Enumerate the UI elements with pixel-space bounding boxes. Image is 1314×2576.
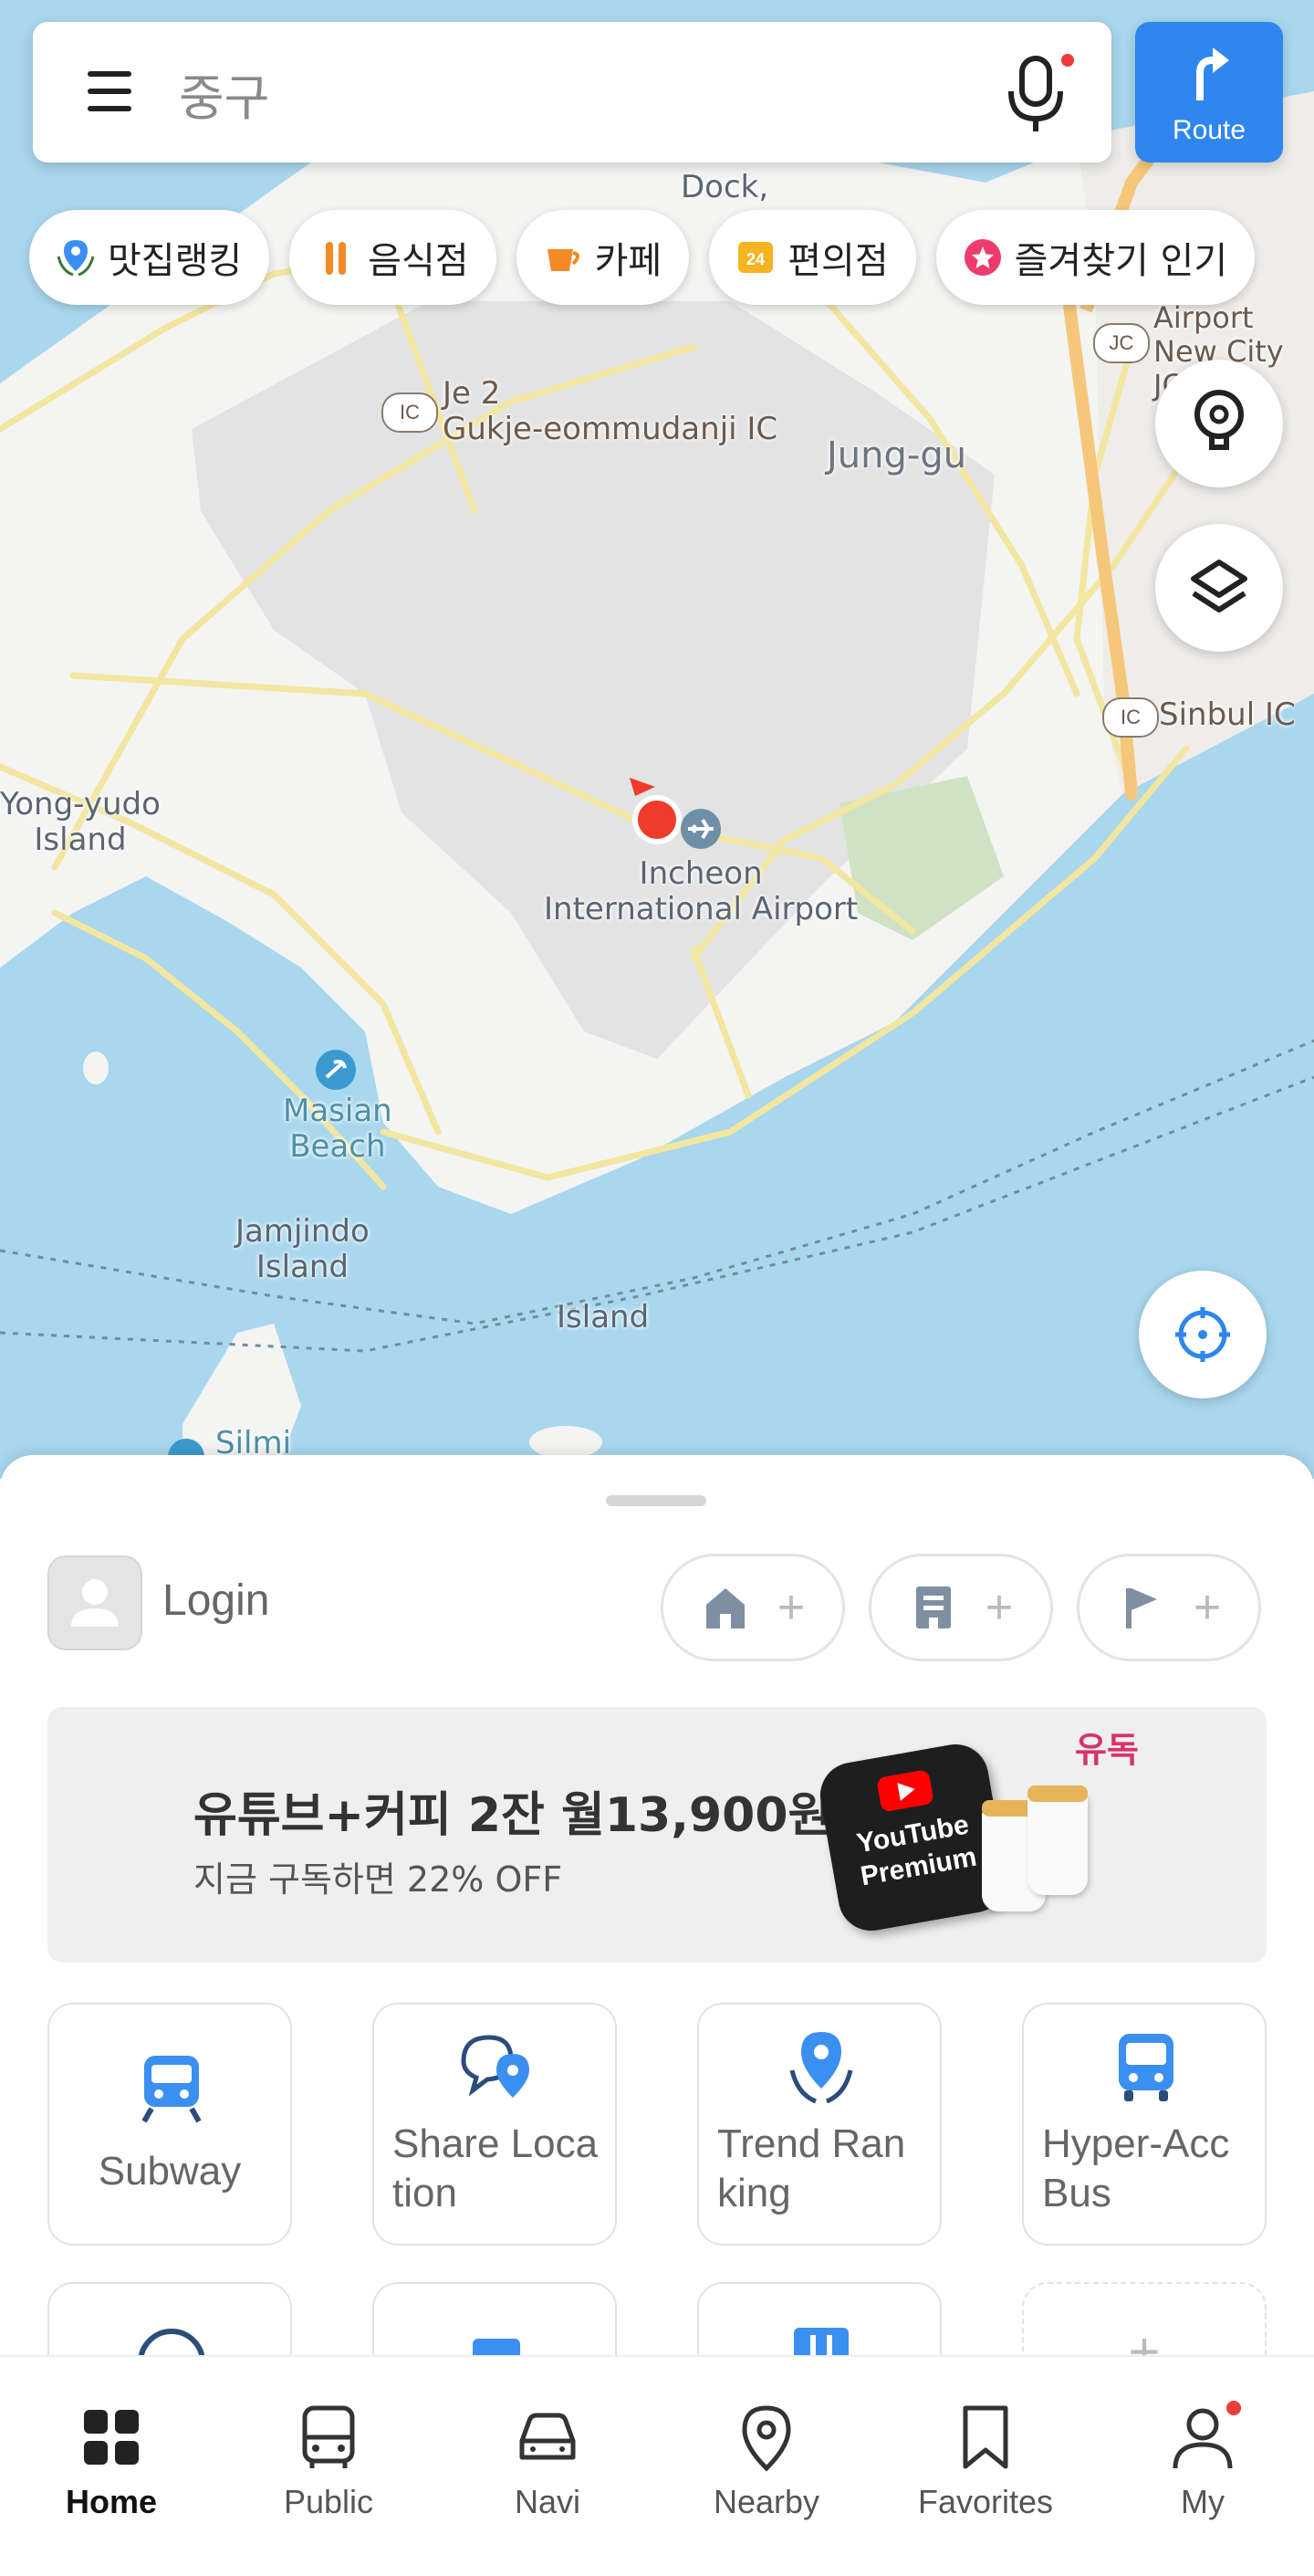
chip-favorites-popular[interactable]: 즐겨찾기 인기 xyxy=(935,210,1256,305)
chip-cafe[interactable]: 카페 xyxy=(516,210,690,305)
my-location-button[interactable] xyxy=(1139,1271,1267,1398)
ic-badge: IC xyxy=(381,393,438,433)
nav-label: Nearby xyxy=(713,2483,820,2520)
tile-share-location[interactable]: Share Loca tion xyxy=(372,2003,617,2246)
flag-shortcut-button[interactable]: + xyxy=(1077,1554,1261,1661)
avatar[interactable] xyxy=(47,1555,142,1650)
bottom-navigation: Home Public Navi Nearby Favorites My xyxy=(0,2355,1314,2576)
map-label-sinbul: Sinbul IC xyxy=(1159,696,1296,733)
store-24-icon: 24 xyxy=(735,236,777,278)
home-shortcut-button[interactable]: + xyxy=(661,1554,845,1661)
chip-label: 카페 xyxy=(594,240,662,282)
map-view[interactable]: Je 2 Gukje-eommudanji IC Jung-gu Dock, r… xyxy=(0,0,1314,1479)
map-label-dock: Dock, xyxy=(681,169,769,205)
nav-favorites[interactable]: Favorites xyxy=(876,2357,1095,2576)
layers-icon xyxy=(1191,560,1247,613)
map-label-island: Island xyxy=(557,1299,650,1335)
nav-nearby[interactable]: Nearby xyxy=(657,2357,876,2576)
tile-trend-ranking[interactable]: Trend Ran king xyxy=(697,2003,942,2246)
ic-badge: IC xyxy=(1102,697,1159,738)
cctv-button[interactable] xyxy=(1155,360,1283,487)
person-icon xyxy=(1173,2408,1233,2469)
bus-icon xyxy=(1119,2034,1173,2101)
chip-label: 음식점 xyxy=(368,240,469,282)
fork-knife-icon xyxy=(315,236,357,278)
nav-my[interactable]: My xyxy=(1093,2357,1312,2576)
login-link[interactable]: Login xyxy=(162,1576,269,1626)
route-button[interactable]: Route xyxy=(1135,22,1283,162)
promo-banner[interactable]: 유튜브+커피 2잔 월13,900원 지금 구독하면 22% OFF YouTu… xyxy=(47,1707,1267,1963)
chip-label: 즐겨찾기 인기 xyxy=(1014,240,1228,282)
notification-dot xyxy=(1226,2401,1241,2415)
chip-restaurant-ranking[interactable]: 맛집랭킹 xyxy=(29,210,270,305)
home-icon xyxy=(705,1588,745,1628)
youtube-premium-text: YouTube Premium xyxy=(854,1809,979,1892)
nav-label: My xyxy=(1181,2483,1225,2520)
location-pin-icon xyxy=(742,2405,791,2472)
sheet-handle[interactable] xyxy=(606,1495,706,1506)
search-bar xyxy=(33,22,1111,162)
chip-label: 편의점 xyxy=(787,240,889,282)
car-icon xyxy=(519,2413,576,2460)
svg-text:24: 24 xyxy=(746,250,765,268)
map-label-incheon-airport: Incheon International Airport xyxy=(544,855,859,928)
map-label-jamjindo: Jamjindo Island xyxy=(235,1213,370,1286)
bottom-sheet: Login + + + 유튜브+커피 2잔 월13,900원 지금 구독하면 2… xyxy=(0,1455,1314,2525)
person-icon xyxy=(71,1579,119,1627)
crosshair-icon xyxy=(1175,1307,1230,1362)
trend-ranking-icon xyxy=(789,2032,853,2104)
nav-label: Navi xyxy=(514,2483,581,2520)
chip-label: 맛집랭킹 xyxy=(108,240,243,282)
pin-laurel-icon xyxy=(55,236,97,278)
work-shortcut-button[interactable]: + xyxy=(869,1554,1053,1661)
coffee-cup-icon xyxy=(542,236,584,278)
search-input[interactable] xyxy=(177,58,1002,128)
nav-navi[interactable]: Navi xyxy=(438,2357,657,2576)
nav-home[interactable]: Home xyxy=(2,2357,221,2576)
grid-icon xyxy=(84,2410,139,2465)
bookmark-icon xyxy=(963,2405,1008,2469)
plus-icon: + xyxy=(777,1581,806,1634)
tile-label: Share Loca tion xyxy=(392,2121,599,2215)
menu-icon[interactable] xyxy=(77,58,142,124)
banner-title: 유튜브+커피 2잔 월13,900원 xyxy=(193,1788,832,1843)
tile-label: Trend Ran king xyxy=(717,2121,906,2215)
tile-hyper-acc-bus[interactable]: Hyper-Acc Bus xyxy=(1022,2003,1267,2246)
route-label: Route xyxy=(1172,115,1246,145)
star-badge-icon xyxy=(962,236,1004,278)
jc-badge: JC xyxy=(1093,323,1150,363)
route-arrow-icon xyxy=(1196,47,1229,100)
map-label-masian: Masian Beach xyxy=(283,1093,392,1166)
microphone-icon[interactable] xyxy=(1000,53,1077,135)
nav-public[interactable]: Public xyxy=(219,2357,438,2576)
bus-icon xyxy=(302,2405,355,2468)
beach-icon xyxy=(316,1050,356,1090)
map-label-junggu: Jung-gu xyxy=(827,435,967,476)
building-icon xyxy=(915,1586,951,1628)
subway-icon xyxy=(141,2056,202,2123)
banner-badge: 유독 xyxy=(1075,1730,1139,1770)
layers-button[interactable] xyxy=(1155,524,1283,652)
map-label-yongyudo: Yong-yudo Island xyxy=(0,786,161,859)
plus-icon: + xyxy=(985,1581,1014,1634)
plus-icon: + xyxy=(1193,1581,1222,1634)
nav-label: Home xyxy=(65,2483,158,2520)
tile-subway[interactable]: Subway xyxy=(47,2003,292,2246)
nav-label: Favorites xyxy=(917,2483,1054,2520)
flag-icon xyxy=(1125,1588,1157,1628)
coffee-cup-image xyxy=(1027,1785,1088,1895)
cctv-icon xyxy=(1194,390,1244,450)
share-location-icon xyxy=(461,2035,529,2098)
chip-convenience-store[interactable]: 24 편의점 xyxy=(709,210,916,305)
banner-subtitle: 지금 구독하면 22% OFF xyxy=(193,1859,563,1900)
map-label-je2: Je 2 Gukje-eommudanji IC xyxy=(443,375,778,448)
nav-label: Public xyxy=(283,2483,374,2520)
category-chips: 맛집랭킹 음식점 카페 24 편의점 즐겨찾기 인기 xyxy=(29,210,1256,307)
airplane-icon xyxy=(681,809,721,849)
tile-label: Hyper-Acc Bus xyxy=(1042,2121,1230,2215)
chip-restaurant[interactable]: 음식점 xyxy=(289,210,496,305)
tile-label: Subway xyxy=(98,2149,242,2194)
